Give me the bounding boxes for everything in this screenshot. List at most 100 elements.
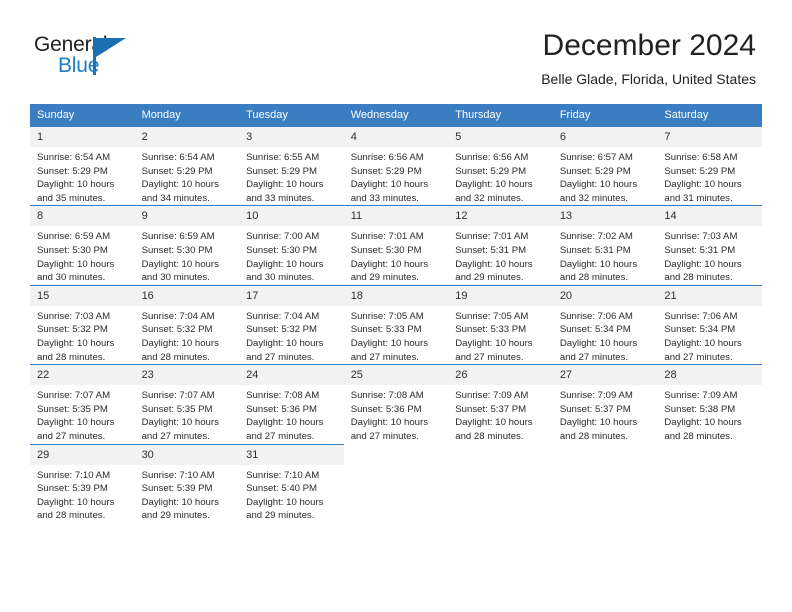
day-number: 2 [134,127,240,147]
day-details: Sunrise: 7:04 AM Sunset: 5:32 PM Daylight:… [239,306,344,364]
sunrise-text: Sunrise: 7:01 AM [350,231,424,243]
calendar-day-cell[interactable]: 24 Sunrise: 7:08 AM Sunset: 5:36 PM Dayligh… [239,364,344,444]
calendar-day-cell[interactable]: 2 Sunrise: 6:54 AM Sunset: 5:29 PM Daylight… [134,125,240,206]
weekday-saturday: Saturday [657,104,762,127]
general-blue-logo[interactable]: General Blue [34,33,204,85]
daylight-text: Daylight: 10 hours [559,179,638,191]
sunset-text: Sunset: 5:29 PM [664,165,736,177]
calendar-weekday-header: Sunday Monday Tuesday Wednesday Thursday… [30,104,762,127]
day-details: Sunrise: 7:10 AM Sunset: 5:39 PM Daylight:… [135,465,240,523]
calendar-day-cell[interactable]: 5 Sunrise: 6:56 AM Sunset: 5:29 PM Daylight… [448,125,553,206]
day-details: Sunrise: 7:08 AM Sunset: 5:36 PM Daylight:… [239,385,344,443]
sunset-text: Sunset: 5:31 PM [455,244,527,256]
day-details: Sunrise: 7:07 AM Sunset: 5:35 PM Daylight:… [30,385,135,443]
calendar-day-cell[interactable]: 8 Sunrise: 6:59 AM Sunset: 5:30 PM Daylight… [30,205,135,286]
daylight-text: and 28 minutes. [455,430,524,442]
calendar-day-cell[interactable]: 4 Sunrise: 6:56 AM Sunset: 5:29 PM Daylight… [343,125,449,206]
calendar-day-cell[interactable]: 14 Sunrise: 7:03 AM Sunset: 5:31 PM Dayligh… [657,205,762,286]
daylight-text: and 30 minutes. [37,272,106,284]
daylight-text: and 32 minutes. [559,192,629,204]
calendar-day-cell[interactable]: 22 Sunrise: 7:07 AM Sunset: 5:35 PM Dayligh… [30,364,135,444]
day-number: 30 [134,444,240,465]
calendar-day-cell[interactable]: 9 Sunrise: 6:59 AM Sunset: 5:30 PM Daylight… [134,205,240,286]
day-number: 26 [448,365,553,386]
daylight-text: Daylight: 10 hours [141,179,219,191]
sunrise-text: Sunrise: 6:57 AM [559,152,633,163]
daylight-text: and 27 minutes. [246,430,315,442]
day-details: Sunrise: 7:10 AM Sunset: 5:40 PM Daylight:… [239,465,344,523]
daylight-text: Daylight: 10 hours [455,337,533,349]
day-details: Sunrise: 6:54 AM Sunset: 5:29 PM Daylight:… [135,147,240,205]
day-number: 8 [30,206,135,227]
sunrise-text: Sunrise: 6:54 AM [141,152,215,163]
daylight-text: Daylight: 10 hours [37,496,115,508]
calendar-day-cell[interactable]: 1 Sunrise: 6:54 AM Sunset: 5:29 PM Daylight… [30,125,135,206]
calendar-day-cell[interactable]: 26 Sunrise: 7:09 AM Sunset: 5:37 PM Dayligh… [448,364,553,444]
daylight-text: and 29 minutes. [455,272,524,284]
daylight-text: and 28 minutes. [559,430,629,442]
daylight-text: Daylight: 10 hours [350,417,429,429]
day-details: Sunrise: 6:58 AM Sunset: 5:29 PM Daylight:… [657,147,762,205]
sunrise-text: Sunrise: 7:09 AM [455,390,529,402]
day-number: 14 [657,206,762,227]
weekday-friday: Friday [552,104,658,127]
sunrise-text: Sunrise: 7:06 AM [559,310,633,322]
calendar-day-cell[interactable]: 3 Sunrise: 6:55 AM Sunset: 5:29 PM Daylight… [239,125,344,206]
calendar-day-cell[interactable]: 12 Sunrise: 7:01 AM Sunset: 5:31 PM Dayligh… [448,205,553,286]
day-details: Sunrise: 7:03 AM Sunset: 5:31 PM Daylight:… [657,226,762,284]
calendar-day-cell[interactable]: 10 Sunrise: 7:00 AM Sunset: 5:30 PM Dayligh… [239,205,344,286]
day-details: Sunrise: 7:05 AM Sunset: 5:33 PM Daylight:… [344,306,449,364]
calendar-day-cell[interactable]: 30 Sunrise: 7:10 AM Sunset: 5:39 PM Dayligh… [134,443,240,523]
calendar-day-cell[interactable]: 16 Sunrise: 7:04 AM Sunset: 5:32 PM Dayligh… [134,284,240,365]
sunrise-text: Sunrise: 7:08 AM [246,390,320,402]
calendar-day-cell[interactable]: 28 Sunrise: 7:09 AM Sunset: 5:38 PM Dayligh… [657,364,762,444]
calendar-day-cell[interactable]: 13 Sunrise: 7:02 AM Sunset: 5:31 PM Dayligh… [552,205,658,286]
daylight-text: and 28 minutes. [664,272,733,284]
sunset-text: Sunset: 5:34 PM [664,324,736,336]
calendar-week-row: 15 Sunrise: 7:03 AM Sunset: 5:32 PM Dayligh… [30,284,762,365]
calendar-day-cell[interactable]: 27 Sunrise: 7:09 AM Sunset: 5:37 PM Dayligh… [552,364,658,444]
sunrise-text: Sunrise: 7:06 AM [664,310,738,322]
calendar-day-cell[interactable]: 7 Sunrise: 6:58 AM Sunset: 5:29 PM Daylight… [657,125,762,206]
sunrise-text: Sunrise: 7:02 AM [559,231,633,243]
calendar-day-cell[interactable]: 6 Sunrise: 6:57 AM Sunset: 5:29 PM Daylight… [552,125,658,206]
sunrise-text: Sunrise: 7:03 AM [664,231,738,243]
calendar-day-cell[interactable]: 31 Sunrise: 7:10 AM Sunset: 5:40 PM Dayligh… [239,443,344,523]
calendar-day-cell[interactable]: 20 Sunrise: 7:06 AM Sunset: 5:34 PM Dayligh… [552,284,658,365]
calendar-week-row: 29 Sunrise: 7:10 AM Sunset: 5:39 PM Dayligh… [30,443,762,523]
day-details: Sunrise: 7:07 AM Sunset: 5:35 PM Daylight:… [135,385,240,443]
daylight-text: Daylight: 10 hours [350,337,429,349]
day-number: 29 [30,444,135,465]
day-number [553,444,658,464]
day-number [344,444,449,464]
day-number: 17 [239,285,344,306]
calendar-day-cell[interactable]: 15 Sunrise: 7:03 AM Sunset: 5:32 PM Dayligh… [30,284,135,365]
sunrise-text: Sunrise: 7:05 AM [455,310,529,322]
daylight-text: Daylight: 10 hours [141,258,219,270]
daylight-text: and 35 minutes. [37,192,106,204]
day-details: Sunrise: 7:03 AM Sunset: 5:32 PM Daylight:… [30,306,135,364]
calendar-day-cell[interactable]: 21 Sunrise: 7:06 AM Sunset: 5:34 PM Dayligh… [657,284,762,365]
calendar-day-cell[interactable]: 19 Sunrise: 7:05 AM Sunset: 5:33 PM Dayligh… [448,284,553,365]
sunset-text: Sunset: 5:33 PM [350,324,422,336]
calendar-day-cell[interactable]: 11 Sunrise: 7:01 AM Sunset: 5:30 PM Dayligh… [343,205,449,286]
day-details: Sunrise: 6:59 AM Sunset: 5:30 PM Daylight:… [30,226,135,284]
calendar-day-cell[interactable]: 18 Sunrise: 7:05 AM Sunset: 5:33 PM Dayligh… [343,284,449,365]
calendar-cell-empty [448,444,553,523]
daylight-text: and 31 minutes. [664,192,733,204]
calendar-day-cell[interactable]: 29 Sunrise: 7:10 AM Sunset: 5:39 PM Dayligh… [30,443,135,523]
sunset-text: Sunset: 5:40 PM [246,483,318,495]
calendar-day-cell[interactable]: 25 Sunrise: 7:08 AM Sunset: 5:36 PM Dayligh… [343,364,449,444]
day-number [657,444,762,464]
day-number: 25 [343,365,449,386]
daylight-text: and 33 minutes. [246,192,315,204]
daylight-text: Daylight: 10 hours [559,258,638,270]
daylight-text: and 28 minutes. [37,351,106,363]
title-block: December 2024 Belle Glade, Florida, Unit… [541,28,756,88]
day-number: 19 [448,285,553,306]
day-details: Sunrise: 7:10 AM Sunset: 5:39 PM Daylight:… [30,465,135,523]
day-number: 27 [552,365,658,386]
calendar-day-cell[interactable]: 17 Sunrise: 7:04 AM Sunset: 5:32 PM Dayligh… [239,284,344,365]
calendar-day-cell[interactable]: 23 Sunrise: 7:07 AM Sunset: 5:35 PM Dayligh… [134,364,240,444]
day-number: 12 [448,206,553,227]
